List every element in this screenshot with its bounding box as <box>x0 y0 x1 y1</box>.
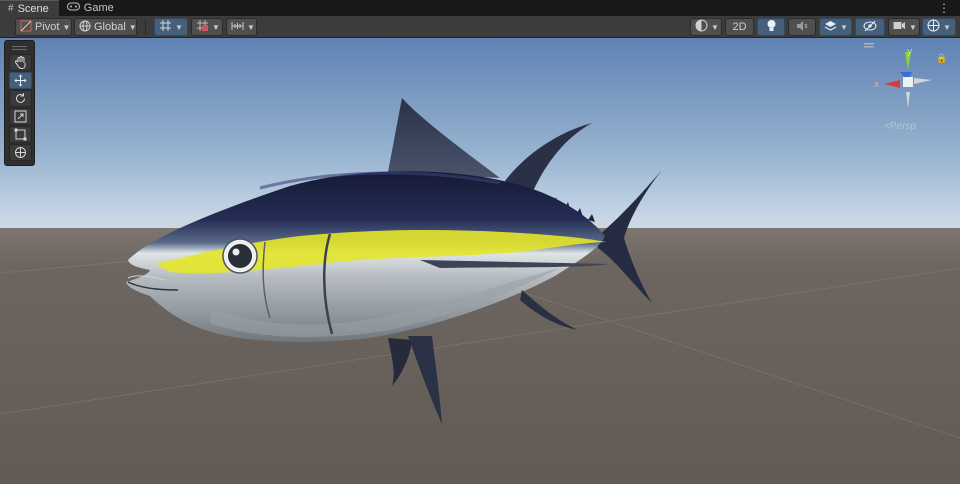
gizmo-y-label: y <box>907 47 913 57</box>
tools-overlay <box>4 40 35 166</box>
speaker-icon <box>796 20 808 35</box>
grid-snap-icon <box>159 19 172 35</box>
grid-snapping-toggle[interactable]: ▼ <box>154 18 188 36</box>
more-options-icon[interactable]: ⋮ <box>938 1 950 15</box>
camera-icon <box>893 20 906 34</box>
rotate-icon <box>16 93 25 103</box>
toolbar-divider <box>145 19 146 35</box>
global-dropdown[interactable]: Global ▼ <box>74 18 137 36</box>
effects-dropdown[interactable]: ▼ <box>819 18 852 36</box>
chevron-down-icon: ▼ <box>62 22 71 32</box>
camera-dropdown[interactable]: ▼ <box>888 18 920 36</box>
ruler-snapping-toggle[interactable]: ▼ <box>226 18 257 36</box>
tab-game[interactable]: Game <box>59 0 124 16</box>
chevron-down-icon: ▼ <box>943 22 951 32</box>
tab-game-label: Game <box>83 2 114 14</box>
move-arrows-icon <box>14 74 27 87</box>
rect-tool-button[interactable] <box>9 126 32 143</box>
scale-tool-button[interactable] <box>9 108 32 125</box>
global-label: Global <box>94 21 126 33</box>
audio-toggle-button[interactable] <box>788 18 816 36</box>
ruler-icon <box>231 19 244 35</box>
increment-snap-icon <box>196 19 209 35</box>
lightbulb-icon <box>766 19 777 35</box>
2d-label: 2D <box>732 21 747 33</box>
chevron-down-icon: ▼ <box>711 22 719 32</box>
lighting-toggle-button[interactable] <box>757 18 785 36</box>
transform-tool-button[interactable] <box>9 144 32 161</box>
chevron-down-icon: ▼ <box>840 22 848 32</box>
overlay-drag-handle[interactable] <box>8 43 31 53</box>
transform-icon <box>15 147 26 158</box>
chevron-down-icon: ▼ <box>212 22 220 32</box>
increment-snapping-toggle[interactable]: ▼ <box>191 18 223 36</box>
rect-transform-icon <box>14 128 27 141</box>
shading-sphere-icon <box>695 19 708 35</box>
rotate-tool-button[interactable] <box>9 90 32 107</box>
scene-grid-icon: # <box>8 3 14 14</box>
gizmo-globe-icon <box>927 19 940 35</box>
scale-icon <box>14 110 27 123</box>
scene-view-tabbar: # Scene Game ⋮ <box>0 0 960 16</box>
gamepad-icon <box>66 2 80 14</box>
gizmo-x-label: x <box>874 80 880 90</box>
chevron-down-icon: ▼ <box>247 22 255 32</box>
lock-icon[interactable]: 🔒 <box>936 53 947 64</box>
scene-toolbar: Pivot ▼ Global ▼ ▼ ▼ ▼ ▼ 2D ▼ ▼ ▼ <box>0 16 960 38</box>
effects-stack-icon <box>824 19 837 35</box>
chevron-down-icon: ▼ <box>128 22 137 32</box>
shading-mode-dropdown[interactable]: ▼ <box>690 18 722 36</box>
scene-visibility-toggle[interactable] <box>855 18 885 36</box>
move-tool-button[interactable] <box>9 72 32 89</box>
tab-scene-label: Scene <box>17 2 49 15</box>
chevron-down-icon: ▼ <box>909 22 917 32</box>
scene-render <box>0 38 960 484</box>
gizmos-dropdown[interactable]: ▼ <box>922 18 956 36</box>
pivot-dropdown[interactable]: Pivot ▼ <box>15 18 72 36</box>
2d-toggle-button[interactable]: 2D <box>725 18 754 36</box>
pivot-icon <box>20 20 32 35</box>
eye-slash-icon <box>863 20 877 35</box>
globe-icon <box>79 20 91 35</box>
scene-viewport[interactable]: y x 🔒 <Persp <box>0 38 960 484</box>
pivot-label: Pivot <box>35 21 60 33</box>
tab-scene[interactable]: # Scene <box>0 0 59 16</box>
chevron-down-icon: ▼ <box>175 22 183 32</box>
hand-icon <box>14 56 25 69</box>
hand-tool-button[interactable] <box>9 54 32 71</box>
projection-label-text: Persp <box>889 121 916 132</box>
projection-label[interactable]: <Persp <box>884 121 916 132</box>
